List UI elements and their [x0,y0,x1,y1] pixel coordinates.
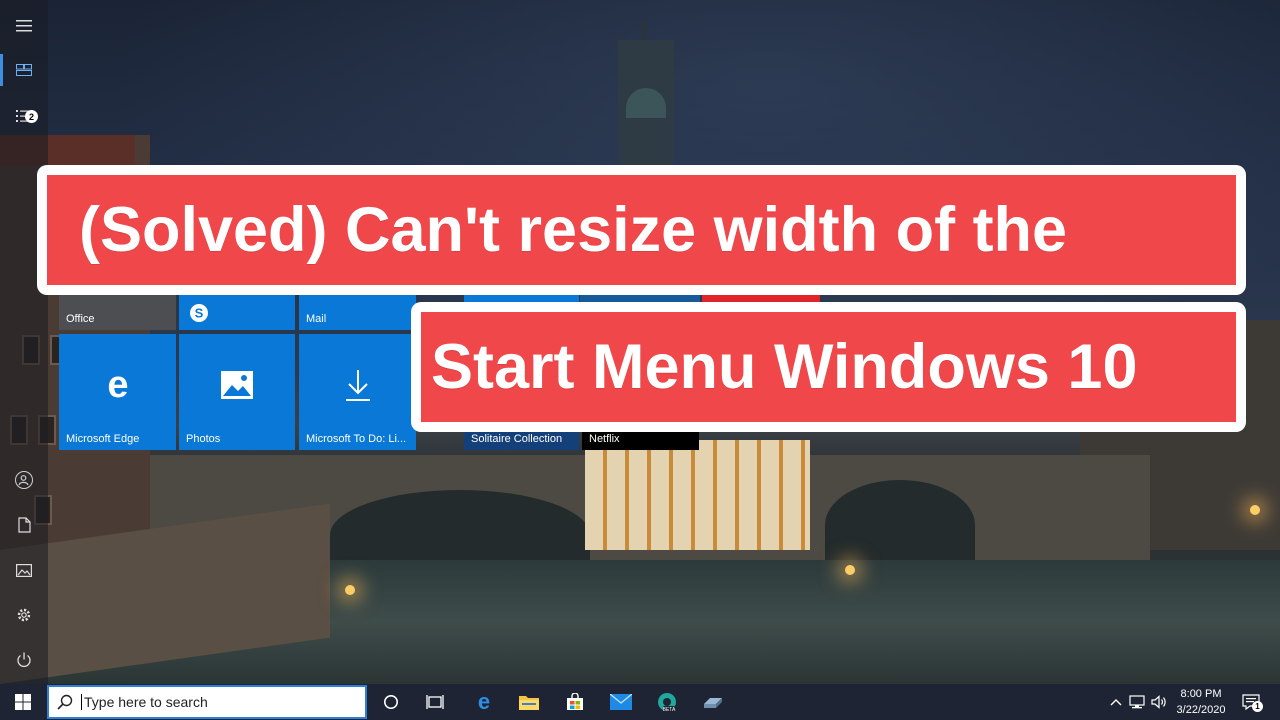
mail-icon [610,694,632,710]
tile-label: Solitaire Collection [471,433,563,445]
picture-icon [16,563,32,577]
notification-badge: 2 [25,110,38,123]
download-icon [345,370,370,402]
svg-text:S: S [195,306,204,321]
tile-label: Microsoft To Do: Li... [306,433,407,445]
cortana-circle-icon [384,695,398,709]
clock-date: 3/22/2020 [1176,704,1226,716]
all-apps-button[interactable]: 2 [0,94,48,138]
gear-icon [17,608,31,622]
drive-app-button[interactable] [690,684,736,720]
tile-label: Mail [306,313,327,325]
street-light [1250,505,1260,515]
search-placeholder: Type here to search [84,694,208,710]
tile-mail[interactable]: Mail [299,295,416,330]
clock-time: 8:00 PM [1180,688,1222,700]
banner-title-line1: (Solved) Can't resize width of the [79,195,1068,265]
edge-beta-button[interactable]: BETA [644,684,690,720]
title-banner-line2: Start Menu Windows 10 [411,302,1246,432]
network-button[interactable] [1127,684,1147,720]
tile-office[interactable]: Office [59,295,176,330]
documents-button[interactable] [0,503,48,547]
skype-icon: S [190,304,208,322]
store-bag-icon [567,693,583,710]
pictures-button[interactable] [0,548,48,592]
timber-frame-house [585,440,810,550]
search-box[interactable]: Type here to search [47,685,367,719]
notification-count-badge: 1 [1252,701,1263,712]
clock[interactable]: 8:00 PM 3/22/2020 [1168,686,1234,718]
power-button[interactable] [0,638,48,682]
edge-icon: e [478,692,490,712]
tile-microsoft-to-do[interactable]: Microsoft To Do: Li... [299,334,416,450]
photos-icon [221,371,253,400]
banner-red-fill: Start Menu Windows 10 [421,312,1236,422]
svg-text:e: e [107,368,128,402]
folder-icon [519,696,539,710]
street-light [345,585,355,595]
settings-button[interactable] [0,593,48,637]
start-menu-rail: 2 [0,0,48,684]
hamburger-icon [16,20,32,32]
task-view-button[interactable] [412,684,458,720]
pinned-tiles-button[interactable] [0,48,48,92]
text-caret [81,694,82,710]
expand-menu-button[interactable] [0,4,48,48]
tile-label: Photos [186,433,221,445]
windows-logo-icon [15,694,31,710]
chevron-up-icon [1110,699,1122,706]
mail-button[interactable] [598,684,644,720]
svg-text:BETA: BETA [663,707,676,713]
user-account-button[interactable] [0,458,48,502]
network-icon [1129,695,1145,709]
task-view-icon [426,695,444,709]
taskbar: Type here to search e BETA 8:00 PM 3/22/… [0,684,1280,720]
street-light [845,565,855,575]
edge-icon: e [107,368,128,402]
taskbar-edge-button[interactable]: e [461,684,507,720]
banner-red-fill: (Solved) Can't resize width of the [47,175,1236,285]
tile-label: Office [66,313,95,325]
power-icon [17,652,31,667]
start-button[interactable] [0,684,46,720]
drive-icon [704,698,722,708]
volume-button[interactable] [1149,684,1169,720]
banner-title-line2: Start Menu Windows 10 [431,332,1138,402]
edge-beta-icon: BETA [658,693,676,713]
search-icon [57,694,73,710]
tile-photos[interactable]: Photos [179,334,295,450]
store-button[interactable] [552,684,598,720]
volume-icon [1151,695,1166,709]
tile-label: Microsoft Edge [66,433,140,445]
document-icon [17,517,31,533]
tiles-icon [16,64,32,76]
show-hidden-icons-button[interactable] [1106,684,1126,720]
file-explorer-button[interactable] [506,684,552,720]
title-banner-line1: (Solved) Can't resize width of the [37,165,1246,295]
cortana-button[interactable] [368,684,414,720]
tile-skype[interactable]: S [179,295,295,330]
tile-label: Netflix [589,433,620,445]
tile-microsoft-edge[interactable]: e Microsoft Edge [59,334,176,450]
user-icon [15,471,33,489]
svg-text:e: e [478,692,490,712]
bridge-arch [825,480,975,570]
